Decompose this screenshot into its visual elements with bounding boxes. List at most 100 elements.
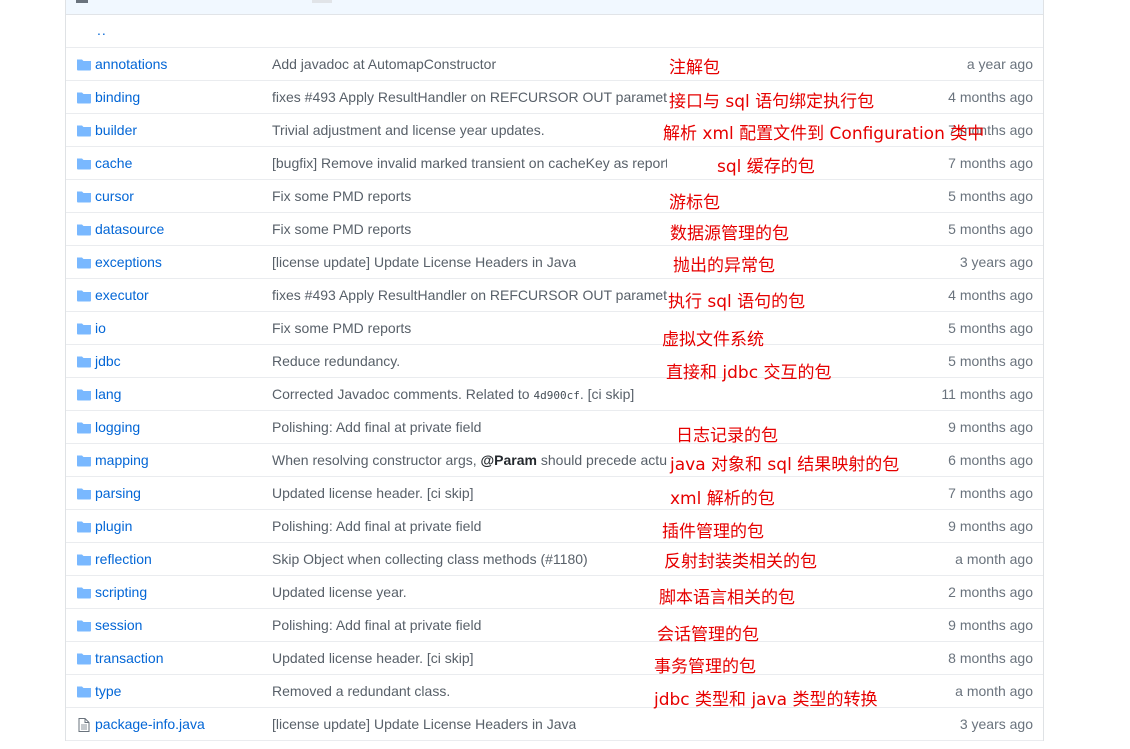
annotation-note: 抛出的异常包 bbox=[673, 256, 775, 276]
commit-age: a month ago bbox=[955, 551, 1033, 567]
file-name-link[interactable]: binding bbox=[95, 89, 140, 105]
commit-message-text: Removed a redundant class. bbox=[272, 683, 451, 699]
commit-age: 9 months ago bbox=[948, 419, 1033, 435]
commit-message-link[interactable]: Fix some PMD reports bbox=[272, 188, 411, 204]
folder-icon bbox=[76, 388, 92, 401]
file-name-link[interactable]: mapping bbox=[95, 452, 149, 468]
commit-message-link[interactable]: Removed a redundant class. bbox=[272, 683, 450, 699]
folder-icon bbox=[76, 223, 92, 236]
commit-message-link[interactable]: Trivial adjustment and license year upda… bbox=[272, 122, 545, 138]
commit-message-link[interactable]: Reduce redundancy. bbox=[272, 353, 400, 369]
annotation-note: 脚本语言相关的包 bbox=[659, 588, 795, 608]
commit-message-link[interactable]: Fix some PMD reports bbox=[272, 320, 411, 336]
commit-age: 2 months ago bbox=[948, 584, 1033, 600]
commit-age: 5 months ago bbox=[948, 320, 1033, 336]
folder-icon bbox=[76, 355, 92, 368]
folder-icon bbox=[76, 652, 92, 665]
commit-header-strip bbox=[66, 0, 1043, 15]
file-name-link[interactable]: reflection bbox=[95, 551, 152, 567]
commit-message-link[interactable]: Polishing: Add final at private field bbox=[272, 617, 481, 633]
folder-icon bbox=[76, 322, 92, 335]
commit-message-text: When resolving constructor args, bbox=[272, 452, 481, 468]
issue-ref-link[interactable]: fixes bbox=[272, 89, 301, 105]
commit-message-suffix: should precede actual names bbox=[540, 452, 667, 468]
annotation-note: 直接和 jdbc 交互的包 bbox=[666, 363, 832, 383]
commit-sha-link[interactable]: 4d900cf bbox=[533, 389, 579, 402]
table-row: plugin Polishing: Add final at private fi… bbox=[66, 510, 1043, 543]
commit-message-text: Trivial adjustment and license year upda… bbox=[272, 122, 545, 138]
file-icon bbox=[76, 718, 92, 732]
file-name-link[interactable]: type bbox=[95, 683, 121, 699]
parent-dir-link[interactable]: .. bbox=[97, 22, 107, 38]
mention-text: @Param bbox=[480, 452, 537, 468]
file-name-link[interactable]: transaction bbox=[95, 650, 163, 666]
annotation-note: 事务管理的包 bbox=[654, 657, 756, 677]
issue-ref-link[interactable]: fixes bbox=[272, 287, 301, 303]
annotation-note: 执行 sql 语句的包 bbox=[668, 292, 806, 312]
commit-message-text: [license update] Update License Headers … bbox=[272, 254, 577, 270]
annotation-note: sql 缓存的包 bbox=[717, 157, 815, 177]
file-name-link[interactable]: datasource bbox=[95, 221, 164, 237]
annotation-note: xml 解析的包 bbox=[670, 489, 775, 509]
folder-icon bbox=[76, 553, 92, 566]
commit-age: 3 years ago bbox=[959, 716, 1033, 732]
file-name-link[interactable]: logging bbox=[95, 419, 140, 435]
file-name-link[interactable]: session bbox=[95, 617, 142, 633]
folder-icon bbox=[76, 685, 92, 698]
file-name-link[interactable]: scripting bbox=[95, 584, 147, 600]
commit-age: a year ago bbox=[966, 56, 1033, 72]
commit-message-link[interactable]: fixes #493 Apply ResultHandler on REFCUR… bbox=[272, 89, 667, 105]
commit-message-text: Skip Object when collecting class method… bbox=[272, 551, 588, 567]
commit-message-text: Polishing: Add final at private field bbox=[272, 617, 482, 633]
commit-age: 5 months ago bbox=[948, 221, 1033, 237]
commit-message-link[interactable]: [license update] Update License Headers … bbox=[272, 716, 576, 732]
commit-message-text: Updated license year. bbox=[272, 584, 407, 600]
commit-age: a month ago bbox=[955, 683, 1033, 699]
commit-message-suffix: . [ci skip] bbox=[579, 386, 635, 402]
folder-icon bbox=[76, 91, 92, 104]
avatar[interactable] bbox=[76, 0, 88, 3]
commit-message-link[interactable]: Polishing: Add final at private field bbox=[272, 419, 481, 435]
file-name-link[interactable]: jdbc bbox=[95, 353, 121, 369]
commit-message-link[interactable]: Fix some PMD reports bbox=[272, 221, 411, 237]
commit-ellipsis-button[interactable] bbox=[312, 0, 332, 3]
commit-message-link[interactable]: [bugfix] Remove invalid marked transient… bbox=[272, 155, 667, 171]
commit-message-link[interactable]: Corrected Javadoc comments. Related to 4… bbox=[272, 386, 634, 402]
annotation-note: 接口与 sql 语句绑定执行包 bbox=[669, 92, 875, 112]
commit-message-link[interactable]: fixes #493 Apply ResultHandler on REFCUR… bbox=[272, 287, 667, 303]
folder-icon bbox=[76, 190, 92, 203]
annotation-note: 反射封装类相关的包 bbox=[664, 552, 817, 572]
file-name-link[interactable]: cursor bbox=[95, 188, 134, 204]
commit-message-link[interactable]: When resolving constructor args, @Param … bbox=[272, 452, 667, 468]
folder-icon bbox=[76, 520, 92, 533]
commit-age: 9 months ago bbox=[948, 617, 1033, 633]
file-name-link[interactable]: lang bbox=[95, 386, 121, 402]
table-row: datasource Fix some PMD reports 5 months a… bbox=[66, 213, 1043, 246]
file-name-link[interactable]: builder bbox=[95, 122, 137, 138]
file-name-link[interactable]: parsing bbox=[95, 485, 141, 501]
commit-message-link[interactable]: [license update] Update License Headers … bbox=[272, 254, 576, 270]
table-row: jdbc Reduce redundancy. 5 months ago bbox=[66, 345, 1043, 378]
commit-message-text: Corrected Javadoc comments. Related to bbox=[272, 386, 534, 402]
commit-age: 7 months ago bbox=[948, 485, 1033, 501]
commit-message-link[interactable]: Polishing: Add final at private field bbox=[272, 518, 481, 534]
file-name-link[interactable]: package-info.java bbox=[95, 716, 205, 732]
commit-message-link[interactable]: Add javadoc at AutomapConstructor bbox=[272, 56, 496, 72]
commit-message-text: Fix some PMD reports bbox=[272, 221, 412, 237]
folder-icon bbox=[76, 256, 92, 269]
table-row: transaction Updated license header. [ci s… bbox=[66, 642, 1043, 675]
parent-dir-row[interactable]: .. bbox=[66, 15, 1043, 48]
commit-message-link[interactable]: Updated license header. [ci skip] bbox=[272, 485, 474, 501]
file-name-link[interactable]: cache bbox=[95, 155, 132, 171]
annotation-note: jdbc 类型和 java 类型的转换 bbox=[654, 690, 878, 710]
commit-message-text: Fix some PMD reports bbox=[272, 320, 412, 336]
file-name-link[interactable]: annotations bbox=[95, 56, 167, 72]
file-name-link[interactable]: io bbox=[95, 320, 106, 336]
commit-message-link[interactable]: Skip Object when collecting class method… bbox=[272, 551, 588, 567]
commit-message-link[interactable]: Updated license year. bbox=[272, 584, 407, 600]
commit-message-link[interactable]: Updated license header. [ci skip] bbox=[272, 650, 474, 666]
file-name-link[interactable]: executor bbox=[95, 287, 149, 303]
file-name-link[interactable]: plugin bbox=[95, 518, 132, 534]
table-row: reflection Skip Object when collecting cl… bbox=[66, 543, 1043, 576]
file-name-link[interactable]: exceptions bbox=[95, 254, 162, 270]
